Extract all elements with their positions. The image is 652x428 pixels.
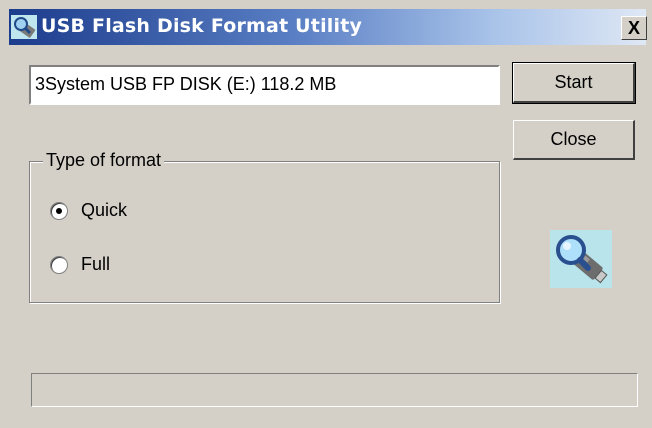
close-window-button[interactable]: X <box>621 16 647 40</box>
radio-selected-dot <box>56 208 62 214</box>
format-progress-bar <box>31 373 638 407</box>
usb-magnifier-icon <box>11 15 37 39</box>
window-title: USB Flash Disk Format Utility <box>41 15 363 37</box>
title-bar[interactable]: USB Flash Disk Format Utility X <box>9 9 647 45</box>
usb-magnifier-icon <box>550 230 612 288</box>
format-utility-window: USB Flash Disk Format Utility X 3System … <box>0 0 652 428</box>
start-button[interactable]: Start <box>513 63 635 103</box>
drive-selector-field[interactable]: 3System USB FP DISK (E:) 118.2 MB <box>29 65 500 105</box>
format-type-group <box>29 161 500 303</box>
quick-radio-label[interactable]: Quick <box>81 200 127 221</box>
quick-radio[interactable] <box>50 202 68 220</box>
full-radio[interactable] <box>50 256 68 274</box>
close-button[interactable]: Close <box>513 120 635 160</box>
full-radio-label[interactable]: Full <box>81 254 110 275</box>
format-type-group-label: Type of format <box>43 150 165 171</box>
